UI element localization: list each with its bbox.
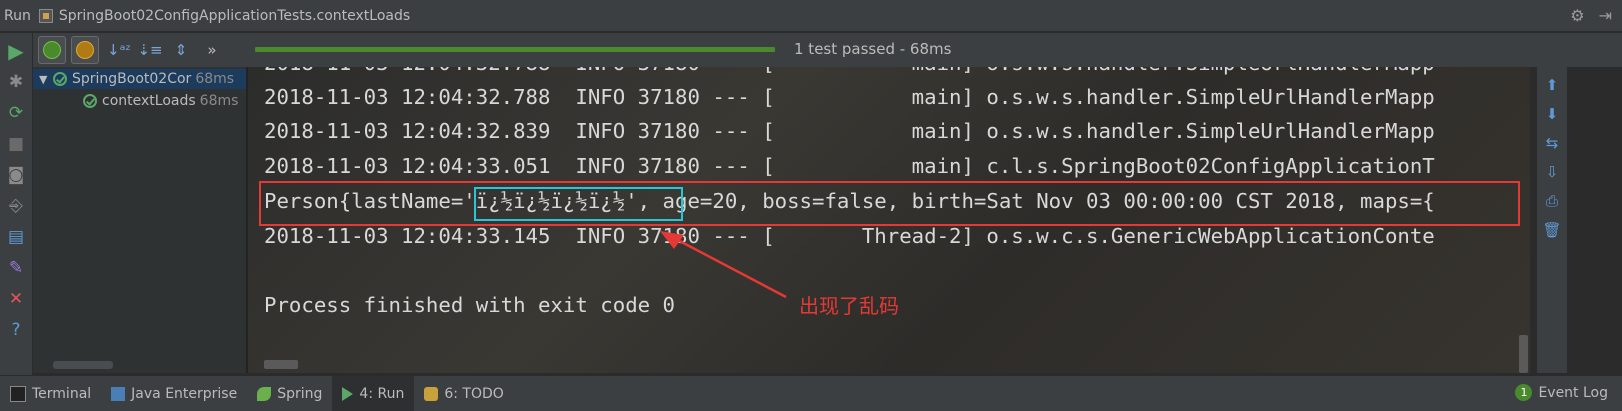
console-line: 2018-11-03 12:04:32.839 INFO 37180 --- [… bbox=[264, 119, 1435, 143]
console-line: 2018-11-03 12:04:32.788 INFO 37180 --- [… bbox=[264, 85, 1435, 109]
run-title-bar: Run SpringBoot02ConfigApplicationTests.c… bbox=[0, 0, 1622, 32]
tab-label: 4: Run bbox=[359, 385, 405, 402]
clear-trash-icon[interactable]: 🗑 bbox=[1541, 219, 1563, 241]
run-config-icon bbox=[38, 8, 53, 23]
test-passed-icon bbox=[83, 94, 97, 108]
test-status-text: 1 test passed - 68ms bbox=[794, 40, 952, 58]
tab-run[interactable]: 4: Run bbox=[332, 376, 415, 411]
camera-icon[interactable]: ◙ bbox=[4, 162, 28, 188]
show-ignored-toggle[interactable] bbox=[71, 36, 99, 64]
scroll-down-icon[interactable]: ⬇ bbox=[1541, 103, 1563, 125]
print-icon[interactable]: ⎙ bbox=[1541, 190, 1563, 212]
scroll-up-icon[interactable]: ⬆ bbox=[1541, 74, 1563, 96]
test-tree: ▼ SpringBoot02Cor 68ms contextLoads 68ms bbox=[33, 67, 248, 373]
tree-item-label: SpringBoot02Cor bbox=[72, 71, 192, 87]
rerun-button[interactable]: ▶ bbox=[4, 38, 28, 64]
tab-label: Terminal bbox=[32, 385, 92, 402]
scroll-to-end-icon[interactable]: ⇩ bbox=[1541, 161, 1563, 183]
expand-caret-icon[interactable]: ▼ bbox=[39, 73, 53, 86]
java-enterprise-icon bbox=[111, 386, 126, 401]
tree-horizontal-scrollbar[interactable] bbox=[53, 361, 113, 369]
tab-java-enterprise[interactable]: Java Enterprise bbox=[101, 376, 247, 411]
hide-panel-icon[interactable]: ⇥ bbox=[1599, 6, 1612, 25]
exit-icon[interactable]: ⎆ bbox=[4, 193, 28, 219]
tree-item-test-method[interactable]: contextLoads 68ms bbox=[83, 91, 238, 111]
run-icon bbox=[342, 386, 354, 401]
settings-gear-icon[interactable]: ⚙ bbox=[1570, 6, 1584, 25]
tab-label: 6: TODO bbox=[444, 385, 504, 402]
layout-icon[interactable]: ▤ bbox=[4, 224, 28, 250]
test-toolbar: ↓ᵃᶻ ⇣≡ ⇕ » 1 test passed - 68ms bbox=[33, 33, 1622, 67]
tab-spring[interactable]: Spring bbox=[247, 376, 332, 411]
stop-button[interactable]: ■ bbox=[4, 131, 28, 157]
tab-label: Spring bbox=[277, 385, 323, 402]
tree-item-duration: 68ms bbox=[195, 71, 235, 87]
tree-item-label: contextLoads bbox=[102, 93, 196, 109]
event-log-button[interactable]: 1 Event Log bbox=[1515, 384, 1608, 401]
toggle-auto-test-icon[interactable]: ⟳ bbox=[4, 100, 28, 126]
run-config-title: SpringBoot02ConfigApplicationTests.conte… bbox=[58, 7, 411, 24]
bottom-tool-window-bar: Terminal Java Enterprise Spring 4: Run 6… bbox=[0, 375, 1622, 411]
console-line: 2018-11-03 12:04:33.145 INFO 37180 --- [… bbox=[264, 224, 1435, 248]
cyan-highlight-box bbox=[474, 187, 683, 221]
event-count-badge: 1 bbox=[1515, 384, 1533, 401]
tree-item-test-class[interactable]: ▼ SpringBoot02Cor 68ms bbox=[33, 69, 246, 89]
sort-alpha-icon[interactable]: ↓ᵃᶻ bbox=[107, 38, 131, 62]
spring-leaf-icon bbox=[257, 386, 272, 401]
red-highlight-box bbox=[259, 181, 1520, 226]
sort-duration-icon[interactable]: ⇣≡ bbox=[137, 38, 162, 62]
console-exit-line: Process finished with exit code 0 bbox=[264, 293, 676, 317]
soft-wrap-icon[interactable]: ⇆ bbox=[1541, 132, 1563, 154]
tab-label: Java Enterprise bbox=[131, 385, 238, 402]
left-run-toolbar: ▶ ✱ ⟳ ■ ◙ ⎆ ▤ ✎ ✕ ? bbox=[0, 33, 33, 383]
passed-filter-icon bbox=[43, 41, 61, 59]
tab-todo[interactable]: 6: TODO bbox=[414, 376, 513, 411]
pin-icon[interactable]: ✎ bbox=[4, 255, 28, 281]
console-vertical-scrollbar[interactable] bbox=[1519, 335, 1528, 373]
help-icon[interactable]: ? bbox=[4, 317, 28, 343]
test-passed-icon bbox=[53, 72, 67, 86]
console-horizontal-scrollbar[interactable] bbox=[264, 360, 298, 369]
ignored-filter-icon bbox=[76, 41, 94, 59]
run-label: Run bbox=[4, 7, 31, 24]
red-arrow-icon bbox=[660, 231, 787, 299]
console-line: 2018-11-03 12:04:33.051 INFO 37180 --- [… bbox=[264, 154, 1435, 178]
terminal-icon bbox=[10, 385, 26, 402]
console-line: 2018-11-03 12:04:32.788 INFO 37180 --- [… bbox=[264, 67, 1435, 75]
tree-item-duration: 68ms bbox=[199, 93, 239, 109]
test-progress-bar bbox=[255, 47, 775, 52]
rerun-failed-icon[interactable]: ✱ bbox=[4, 69, 28, 95]
garbled-text-annotation: 出现了乱码 bbox=[799, 294, 899, 318]
event-log-label: Event Log bbox=[1538, 384, 1608, 401]
show-passed-toggle[interactable] bbox=[38, 36, 66, 64]
close-icon[interactable]: ✕ bbox=[4, 286, 28, 312]
more-chevron-icon[interactable]: » bbox=[201, 38, 223, 62]
todo-icon bbox=[424, 386, 439, 401]
tab-terminal[interactable]: Terminal bbox=[0, 376, 101, 411]
right-console-toolbar: ⬆ ⬇ ⇆ ⇩ ⎙ 🗑 bbox=[1537, 67, 1567, 373]
expand-all-icon[interactable]: ⇕ bbox=[170, 38, 192, 62]
